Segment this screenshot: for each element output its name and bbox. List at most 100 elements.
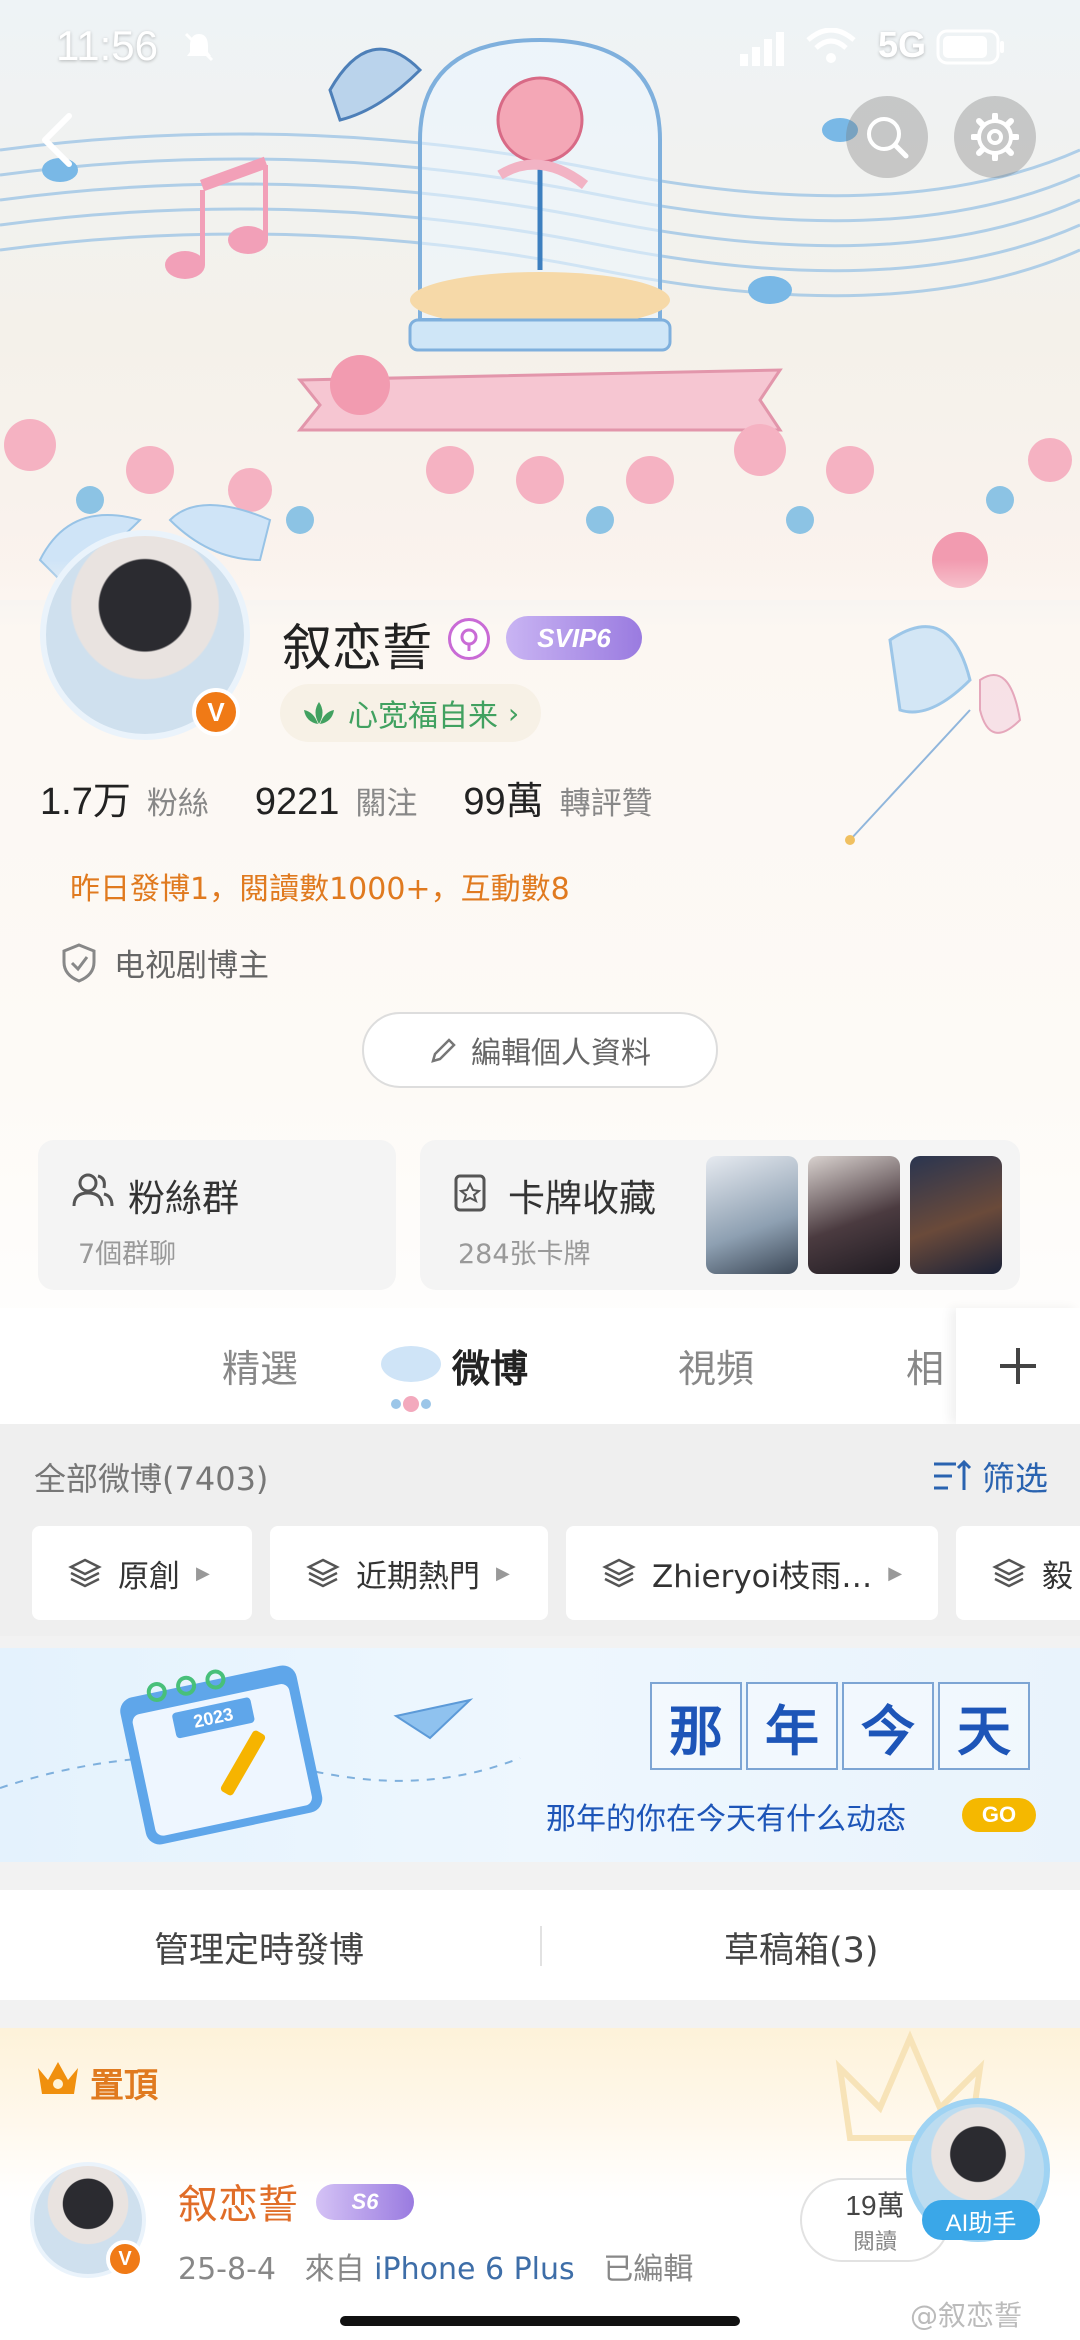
card-thumbnail[interactable] <box>910 1156 1002 1274</box>
post-vip-badge: S6 <box>316 2184 414 2220</box>
following-label[interactable]: 關注 <box>355 778 417 823</box>
chip-zhieryoi[interactable]: Zhieryoi枝雨… ▶ <box>566 1526 938 1620</box>
settings-button[interactable] <box>954 96 1036 178</box>
divider <box>540 1926 542 1966</box>
wifi-icon <box>806 28 856 63</box>
group-icon <box>72 1173 114 1207</box>
status-time: 11:56 <box>56 22 158 69</box>
gender-badge <box>448 618 490 660</box>
chip-label: 原創 <box>118 1558 180 1595</box>
back-arrow-icon <box>42 113 72 167</box>
svip-badge-label: SVIP6 <box>537 622 611 653</box>
category-chips: 原創 ▶ 近期熱門 ▶ Zhieryoi枝雨… ▶ 毅 <box>0 1520 1080 1636</box>
tab-weibo[interactable]: 微博 <box>452 1338 528 1393</box>
status-bar: 11:56 5G <box>0 0 1080 96</box>
plus-icon <box>1000 1348 1036 1384</box>
layers-icon <box>306 1558 340 1588</box>
following-count[interactable]: 9221 <box>255 781 340 824</box>
drafts-button[interactable]: 草稿箱(3) <box>724 1922 879 1973</box>
crown-icon <box>38 2062 78 2094</box>
caret-right-icon: ▶ <box>888 1562 903 1584</box>
watermark: @叙恋誓 <box>910 2299 1023 2332</box>
search-button[interactable] <box>846 96 928 178</box>
activity-summary[interactable]: 昨日發博1，閱讀數1000+，互動數8 <box>70 864 570 908</box>
gear-icon <box>971 113 1019 161</box>
chevron-right-icon: › <box>508 696 520 730</box>
post-vip-label: S6 <box>351 2189 379 2214</box>
profile-tabs: 精選 微博 視頻 相 <box>0 1308 1080 1424</box>
home-indicator[interactable] <box>340 2316 740 2326</box>
verified-badge: V <box>192 688 240 736</box>
fans-group-title: 粉絲群 <box>128 1177 239 1220</box>
layers-icon <box>602 1558 636 1588</box>
add-tab-button[interactable] <box>956 1308 1080 1424</box>
verification-row[interactable]: 电视剧博主 <box>60 940 269 985</box>
card-thumbnail[interactable] <box>706 1156 798 1274</box>
back-button[interactable] <box>22 100 92 180</box>
cloud-deco-icon <box>381 1346 441 1412</box>
svip-badge[interactable]: SVIP6 <box>506 616 642 660</box>
banner-go-button[interactable]: GO <box>962 1798 1036 1832</box>
female-icon <box>460 628 478 651</box>
card-collection-sub: 284张卡牌 <box>458 1239 591 1270</box>
banner-subtitle: 那年的你在今天有什么动态 <box>546 1802 906 1837</box>
battery-icon <box>936 29 1004 65</box>
card-collection-icon <box>454 1174 486 1212</box>
card-collection-title: 卡牌收藏 <box>508 1177 656 1220</box>
interactions-label[interactable]: 轉評贊 <box>560 778 653 823</box>
post-source-prefix: 來自 <box>304 2252 365 2287</box>
verification-text: 电视剧博主 <box>114 948 269 984</box>
calendar-illustration: 2023 <box>0 1665 521 1845</box>
followers-count[interactable]: 1.7万 <box>40 770 131 825</box>
scheduled-posts-button[interactable]: 管理定時發博 <box>154 1922 364 1973</box>
motto-pill[interactable]: 心宽福自来 › <box>280 684 542 742</box>
search-icon <box>867 117 909 159</box>
filter-icon <box>934 1459 972 1490</box>
edit-profile-label: 編輯個人資料 <box>471 1036 651 1071</box>
tab-albums[interactable]: 相 <box>906 1338 944 1393</box>
post-meta: 25-8-4 來自 iPhone 6 Plus 已編輯 <box>178 2244 693 2288</box>
post-edited: 已編輯 <box>603 2252 694 2287</box>
profile-stats: 1.7万 粉絲 9221 關注 99萬 轉評贊 <box>40 770 699 825</box>
card-thumbnail[interactable] <box>808 1156 900 1274</box>
signal-icon <box>740 32 784 66</box>
followers-label[interactable]: 粉絲 <box>147 778 209 823</box>
pencil-icon <box>431 1038 456 1063</box>
filter-label: 筛选 <box>982 1459 1048 1498</box>
post-management-bar: 管理定時發博 草稿箱(3) <box>0 1890 1080 2000</box>
fans-group-card[interactable]: 粉絲群 7個群聊 <box>38 1140 396 1290</box>
filter-button[interactable]: 筛选 <box>932 1452 1048 1500</box>
ai-assistant-button[interactable]: AI助手 <box>922 2200 1040 2240</box>
tab-videos[interactable]: 視頻 <box>678 1338 754 1393</box>
interactions-count[interactable]: 99萬 <box>463 770 543 825</box>
post-author-name[interactable]: 叙恋誓 <box>178 2172 298 2230</box>
tab-featured[interactable]: 精選 <box>222 1338 298 1393</box>
shield-check-icon <box>62 942 96 983</box>
card-collection-card[interactable]: 卡牌收藏 284张卡牌 <box>420 1140 1020 1290</box>
edit-profile-button[interactable]: 編輯個人資料 <box>362 1012 718 1088</box>
post-device[interactable]: iPhone 6 Plus <box>374 2252 575 2287</box>
caret-right-icon: ▶ <box>196 1562 210 1584</box>
banner-char: 天 <box>938 1682 1030 1770</box>
chip-label: 近期熱門 <box>356 1558 480 1595</box>
chip-label: 毅 <box>1042 1558 1073 1595</box>
weibo-filter-header: 全部微博(7403) 筛选 <box>0 1424 1080 1520</box>
caret-right-icon: ▶ <box>496 1562 510 1584</box>
profile-username: 叙恋誓 <box>282 619 432 677</box>
pinned-label: 置頂 <box>90 2066 158 2106</box>
butterfly-decoration <box>845 625 1022 845</box>
post-date: 25-8-4 <box>178 2252 276 2287</box>
banner-char: 那 <box>650 1682 742 1770</box>
profile-avatar[interactable]: V <box>40 530 250 740</box>
lotus-icon <box>304 702 334 724</box>
memories-banner[interactable]: 2023 那 年 今 天 那年的你在今天有什么动态 GO <box>0 1648 1080 1862</box>
chip-more[interactable]: 毅 <box>956 1526 1080 1620</box>
network-type: 5G <box>878 24 927 65</box>
layers-icon <box>992 1558 1026 1588</box>
chip-original[interactable]: 原創 ▶ <box>32 1526 252 1620</box>
chip-trending[interactable]: 近期熱門 ▶ <box>270 1526 548 1620</box>
post-verified-badge: V <box>106 2240 144 2278</box>
motto-text: 心宽福自来 <box>348 699 498 734</box>
all-weibo-count[interactable]: 全部微博(7403) <box>34 1454 268 1500</box>
fans-group-sub: 7個群聊 <box>78 1239 177 1270</box>
